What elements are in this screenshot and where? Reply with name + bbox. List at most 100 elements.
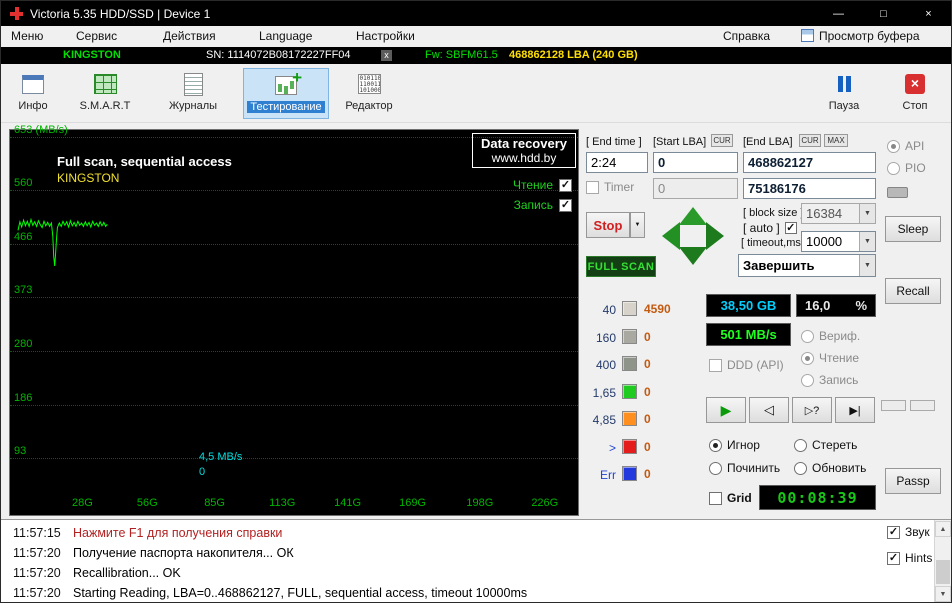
victoria-app-icon: [10, 7, 23, 20]
grid-toggle[interactable]: Grid: [709, 491, 752, 505]
toolbar-journals-button[interactable]: Журналы: [157, 68, 229, 119]
scroll-up-icon[interactable]: ▲: [935, 521, 951, 537]
stop-toolbar-button[interactable]: × Стоп: [887, 68, 943, 119]
ddd-api-toggle[interactable]: DDD (API): [709, 358, 784, 372]
bucket-label: 400: [595, 358, 616, 372]
mini-button-1[interactable]: [881, 400, 906, 411]
scan-graph[interactable]: 653 (MB/s) 560 466 373 280 186 93 28G 56G 85G 113G…: [9, 124, 579, 516]
after-scan-action-select[interactable]: Завершить ▼: [738, 254, 876, 277]
read-overlay-toggle[interactable]: Чтение: [513, 178, 572, 192]
bucket-color-button[interactable]: [622, 411, 637, 426]
bucket-color-button[interactable]: [622, 328, 637, 344]
stop-dropdown-arrow[interactable]: ▼: [630, 212, 645, 238]
toolbar-editor-button[interactable]: 010110 110011 101000 Редактор: [337, 68, 401, 119]
speed-display: 501 MB/s: [706, 323, 791, 346]
timeout-select[interactable]: 10000 ▼: [801, 231, 876, 252]
seek-question-button[interactable]: ▷?: [792, 397, 832, 423]
bucket-color-button[interactable]: [622, 438, 637, 454]
end-time-field[interactable]: 2:24: [586, 152, 648, 173]
chevron-down-icon: ▼: [859, 232, 875, 251]
bucket-color-button[interactable]: [622, 356, 637, 371]
menu-item-menu[interactable]: Меню: [11, 29, 43, 43]
start-lba-cur-button[interactable]: CUR: [711, 134, 733, 147]
scroll-down-icon[interactable]: ▼: [935, 586, 951, 602]
timer-toggle[interactable]: Timer: [586, 180, 634, 194]
seek-left-arrow[interactable]: [662, 222, 680, 250]
write-overlay-toggle[interactable]: Запись: [514, 198, 572, 212]
log-scrollbar[interactable]: ▲ ▼: [934, 520, 951, 602]
mini-button-2[interactable]: [910, 400, 935, 411]
defect-ignore-radio[interactable]: Игнор: [709, 438, 760, 452]
menu-item-actions[interactable]: Действия: [163, 29, 216, 43]
start-test-button[interactable]: ▶: [706, 397, 746, 423]
bucket-color-button[interactable]: [622, 301, 637, 316]
end-lba-cur-button[interactable]: CUR: [799, 134, 821, 147]
read-checkbox[interactable]: [559, 178, 572, 192]
defect-repair-radio[interactable]: Починить: [709, 461, 780, 475]
bucket-color-button[interactable]: [622, 466, 637, 481]
scan-mode-indicator[interactable]: FULL SCAN: [586, 256, 656, 277]
mode-write-radio[interactable]: Запись: [801, 373, 858, 387]
stop-x-icon: ×: [902, 71, 928, 97]
data-recovery-badge: Data recovery www.hdd.by: [472, 133, 576, 168]
seek-down-arrow[interactable]: [679, 247, 707, 265]
device-tab-close-icon[interactable]: x: [381, 50, 392, 61]
toolbar-testing-button[interactable]: Тестирование: [243, 68, 329, 119]
pause-button[interactable]: Пауза: [819, 68, 869, 119]
defect-refresh-radio[interactable]: Обновить: [794, 461, 866, 475]
timer-checkbox[interactable]: [586, 180, 599, 194]
end-lba-max-button[interactable]: MAX: [824, 134, 848, 147]
menu-item-language[interactable]: Language: [259, 29, 312, 43]
menu-item-buffer-view[interactable]: Просмотр буфера: [819, 29, 920, 43]
seek-up-arrow[interactable]: [679, 207, 707, 225]
recall-button[interactable]: Recall: [885, 278, 941, 304]
menu-bar: Меню Сервис Действия Language Настройки …: [1, 26, 951, 47]
log-message: Нажмите F1 для получения справки: [73, 526, 283, 540]
menu-item-settings[interactable]: Настройки: [356, 29, 415, 43]
scrollbar-thumb[interactable]: [936, 560, 950, 584]
mode-read-radio[interactable]: Чтение: [801, 351, 859, 365]
start-lba-label: [Start LBA]: [653, 136, 707, 148]
toolbar-info-button[interactable]: Инфо: [9, 68, 57, 119]
hints-checkbox[interactable]: [887, 551, 900, 565]
pio-mode-radio[interactable]: PIO: [887, 161, 926, 175]
bucket-count: 0: [644, 439, 651, 454]
auto-checkbox[interactable]: [784, 222, 797, 234]
hints-toggle[interactable]: Hints: [887, 551, 932, 565]
maximize-button[interactable]: □: [861, 1, 906, 26]
seek-end-button[interactable]: ▶|: [835, 397, 875, 423]
sound-checkbox[interactable]: [887, 525, 900, 539]
grid-checkbox[interactable]: [709, 491, 722, 505]
log-entry: 11:57:20 Starting Reading, LBA=0..4688621…: [1, 586, 931, 602]
current-lba-field[interactable]: 75186176: [743, 178, 876, 199]
log-message: Recallibration... OK: [73, 566, 181, 580]
stop-test-button[interactable]: Stop: [586, 212, 630, 238]
log-message: Starting Reading, LBA=0..468862127, FULL…: [73, 586, 528, 600]
write-checkbox[interactable]: [559, 198, 572, 212]
block-size-select[interactable]: 16384 ▼: [801, 203, 876, 224]
seek-back-button[interactable]: ◁: [749, 397, 789, 423]
seek-right-arrow[interactable]: [706, 222, 724, 250]
sound-toggle[interactable]: Звук: [887, 525, 930, 539]
journal-icon: [180, 71, 206, 97]
menu-item-service[interactable]: Сервис: [76, 29, 117, 43]
bucket-count: 0: [644, 357, 651, 371]
device-info-bar: KINGSTON SN: 1114072B08172227FF04 x Fw: …: [1, 47, 951, 64]
auto-block-toggle[interactable]: [ auto ]: [743, 221, 797, 235]
bucket-color-button[interactable]: [622, 383, 637, 399]
toolbar-smart-button[interactable]: S.M.A.R.T: [73, 68, 137, 119]
ddd-checkbox[interactable]: [709, 358, 722, 372]
mode-verify-radio[interactable]: Вериф.: [801, 329, 860, 343]
elapsed-time-display: 00:08:39: [759, 485, 876, 510]
menu-item-help[interactable]: Справка: [723, 29, 770, 43]
close-button[interactable]: ×: [906, 1, 951, 26]
end-lba-field[interactable]: 468862127: [743, 152, 876, 173]
graph-title: Full scan, sequential access: [57, 154, 232, 169]
sleep-button[interactable]: Sleep: [885, 216, 941, 242]
speed-buckets: 40 4590 160 0 400 0 1,65 0 4,85 0 >0 Err 0: [586, 301, 696, 494]
minimize-button[interactable]: —: [816, 1, 861, 26]
passport-button[interactable]: Passp: [885, 468, 941, 494]
api-mode-radio[interactable]: API: [887, 139, 924, 153]
start-lba-field[interactable]: 0: [653, 152, 738, 173]
defect-erase-radio[interactable]: Стереть: [794, 438, 857, 452]
